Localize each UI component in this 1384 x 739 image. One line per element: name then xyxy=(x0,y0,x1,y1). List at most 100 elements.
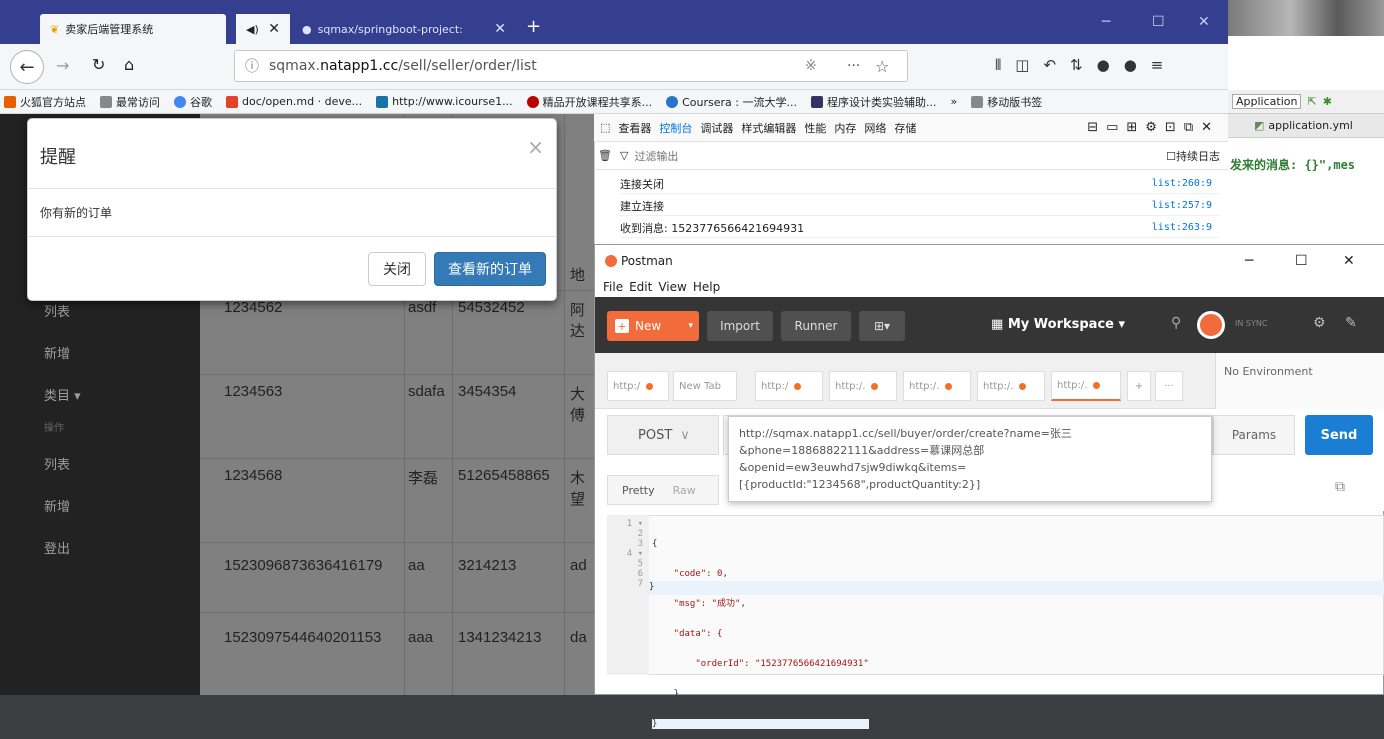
sidebar-item-category[interactable]: 类目 ▾ xyxy=(44,385,81,404)
add-tab-button[interactable]: + xyxy=(1127,371,1151,401)
maximize-icon[interactable]: ☐ xyxy=(1295,253,1308,269)
table-row[interactable]: 1234568 李磊 51265458865 木望 xyxy=(200,458,594,542)
run-config-select[interactable]: Application xyxy=(1232,94,1302,109)
run-icon[interactable]: ✱ xyxy=(1323,95,1332,108)
sidebar-item-logout[interactable]: 登出 xyxy=(44,538,70,557)
sidebar-item-product-new[interactable]: 新增 xyxy=(44,496,70,515)
more-tabs-button[interactable]: ··· xyxy=(1155,371,1183,401)
tab-network[interactable]: 网络 xyxy=(864,120,886,136)
bookmark-item[interactable]: Coursera : 一流大学... xyxy=(666,94,797,110)
chevron-down-icon[interactable]: ▾ xyxy=(688,321,693,331)
filter-icon[interactable]: ▽ xyxy=(620,149,628,162)
bookmark-item[interactable]: 移动版书签 xyxy=(971,94,1042,110)
inspect-icon[interactable]: ⬚ xyxy=(600,121,610,134)
tab-style-editor[interactable]: 样式编辑器 xyxy=(741,120,796,136)
sidebar-item-order-new[interactable]: 新增 xyxy=(44,343,70,362)
postman-title: Postman xyxy=(621,254,673,268)
toolbar-icons[interactable]: ⫴◫↶⇅●●≡ xyxy=(995,56,1177,74)
tab-debugger[interactable]: 调试器 xyxy=(700,120,733,136)
bookmark-item[interactable]: 最常访问 xyxy=(100,94,160,110)
bookmark-item[interactable]: 程序设计类实验辅助... xyxy=(810,94,936,110)
method-select[interactable]: POST ∨ xyxy=(607,415,719,455)
console-source-link[interactable]: list:257:9 xyxy=(1152,200,1212,211)
tab-github[interactable]: ● sqmax/springboot-project: ✕ xyxy=(292,14,516,44)
send-button[interactable]: Send xyxy=(1305,415,1373,455)
table-row[interactable]: 1234562 asdf 54532452 阿达 xyxy=(200,290,594,374)
close-icon[interactable]: ✕ xyxy=(494,21,506,37)
bookmark-item[interactable]: 精品开放课程共享系... xyxy=(526,94,652,110)
modal-close-button[interactable]: 关闭 xyxy=(368,252,426,286)
sidebar-item-product-list[interactable]: 列表 xyxy=(44,454,70,473)
tab-memory[interactable]: 内存 xyxy=(834,120,856,136)
filter-input[interactable]: 过滤输出 xyxy=(634,148,678,164)
code-line: "data": { xyxy=(652,629,723,639)
runner-button[interactable]: Runner xyxy=(781,311,851,341)
tab-inspector[interactable]: 查看器 xyxy=(618,120,651,136)
bookmark-item[interactable]: http://www.icourse1... xyxy=(376,95,513,108)
menu-edit[interactable]: Edit xyxy=(629,280,652,294)
close-icon[interactable]: ✕ xyxy=(268,21,280,37)
tab-audio[interactable]: ◀) ✕ xyxy=(236,14,290,44)
order-id-cell: 1234568 xyxy=(224,467,283,484)
page-actions-button[interactable]: ··· xyxy=(847,58,860,74)
request-tab[interactable]: http:/. xyxy=(977,371,1045,401)
settings-icon[interactable]: ⚙ xyxy=(1313,315,1326,331)
qr-icon[interactable]: ※ xyxy=(805,58,817,74)
close-window-icon[interactable]: ✕ xyxy=(1198,14,1210,30)
tab-console[interactable]: 控制台 xyxy=(659,120,692,136)
request-tab[interactable]: http:/ xyxy=(607,371,669,401)
request-tab[interactable]: http:/. xyxy=(903,371,971,401)
modal-close-icon[interactable]: × xyxy=(527,135,544,159)
sidebar-item-order-list[interactable]: 列表 xyxy=(44,301,70,320)
menu-help[interactable]: Help xyxy=(693,280,720,294)
raw-tab[interactable]: Raw xyxy=(673,484,696,497)
trash-icon[interactable]: 🗑 xyxy=(598,149,612,162)
new-window-icon[interactable]: ⊞▾ xyxy=(859,311,905,341)
copy-icon[interactable]: ⧉ xyxy=(1335,479,1345,495)
devtools-toolbar-icons[interactable]: ⊟▭⊞⚙⊡⧉✕ xyxy=(1087,120,1220,135)
menu-view[interactable]: View xyxy=(658,280,686,294)
buyer-name-cell: asdf xyxy=(408,299,437,316)
menu-file[interactable]: File xyxy=(603,280,623,294)
bookmark-item[interactable]: doc/open.md · deve... xyxy=(226,95,362,108)
tab-storage[interactable]: 存储 xyxy=(894,120,916,136)
reload-button[interactable]: ↻ xyxy=(92,55,105,74)
view-new-order-button[interactable]: 查看新的订单 xyxy=(434,252,546,286)
bookmark-item[interactable]: 谷歌 xyxy=(174,94,212,110)
request-tab[interactable]: New Tab xyxy=(673,371,737,401)
pretty-tab[interactable]: Pretty xyxy=(622,484,655,497)
tab-seller-admin[interactable]: ❦ 卖家后端管理系统 xyxy=(40,14,226,44)
postman-logo-icon xyxy=(605,255,617,267)
console-source-link[interactable]: list:260:9 xyxy=(1152,178,1212,189)
sync-icon[interactable] xyxy=(1197,311,1225,339)
new-tab-button[interactable]: + xyxy=(526,16,541,37)
back-button[interactable]: ← xyxy=(10,50,44,84)
minimize-icon[interactable]: ─ xyxy=(1102,14,1110,30)
request-tab-active[interactable]: http:/. xyxy=(1051,371,1121,401)
persist-logs-checkbox[interactable]: ☐持续日志 xyxy=(1166,148,1220,164)
console-source-link[interactable]: list:263:9 xyxy=(1152,222,1212,233)
star-icon[interactable]: ☆ xyxy=(875,57,889,76)
table-row[interactable]: 1523097544640201153 aaa 1341234213 da xyxy=(200,612,594,695)
import-button[interactable]: Import xyxy=(707,311,773,341)
tab-performance[interactable]: 性能 xyxy=(804,120,826,136)
url-bar[interactable]: ⓘ sqmax. natapp1.cc/sell/seller/order/lis… xyxy=(234,50,908,82)
environment-select[interactable]: No Environment xyxy=(1215,353,1384,409)
maximize-icon[interactable]: ☐ xyxy=(1152,14,1165,30)
forward-button[interactable]: → xyxy=(56,56,69,75)
minimize-icon[interactable]: ─ xyxy=(1245,253,1253,269)
bookmarks-overflow[interactable]: » xyxy=(950,95,957,108)
request-tab[interactable]: http:/ xyxy=(755,371,823,401)
close-window-icon[interactable]: ✕ xyxy=(1343,253,1355,269)
interceptor-icon[interactable]: ⚲ xyxy=(1171,315,1181,331)
params-button[interactable]: Params xyxy=(1213,415,1295,455)
home-button[interactable]: ⌂ xyxy=(124,55,134,74)
request-tab[interactable]: http:/. xyxy=(829,371,897,401)
table-row[interactable]: 1234563 sdafa 3454354 大傅 xyxy=(200,374,594,458)
new-button[interactable]: + New ▾ xyxy=(607,311,699,341)
build-icon[interactable]: ⇱ xyxy=(1307,95,1316,108)
ide-file-tab[interactable]: ◩ application.yml xyxy=(1228,114,1384,138)
workspace-switcher[interactable]: ▦ My Workspace ▾ xyxy=(991,317,1125,332)
bookmark-item[interactable]: 火狐官方站点 xyxy=(4,94,86,110)
wrench-icon[interactable]: ✎ xyxy=(1345,315,1357,331)
